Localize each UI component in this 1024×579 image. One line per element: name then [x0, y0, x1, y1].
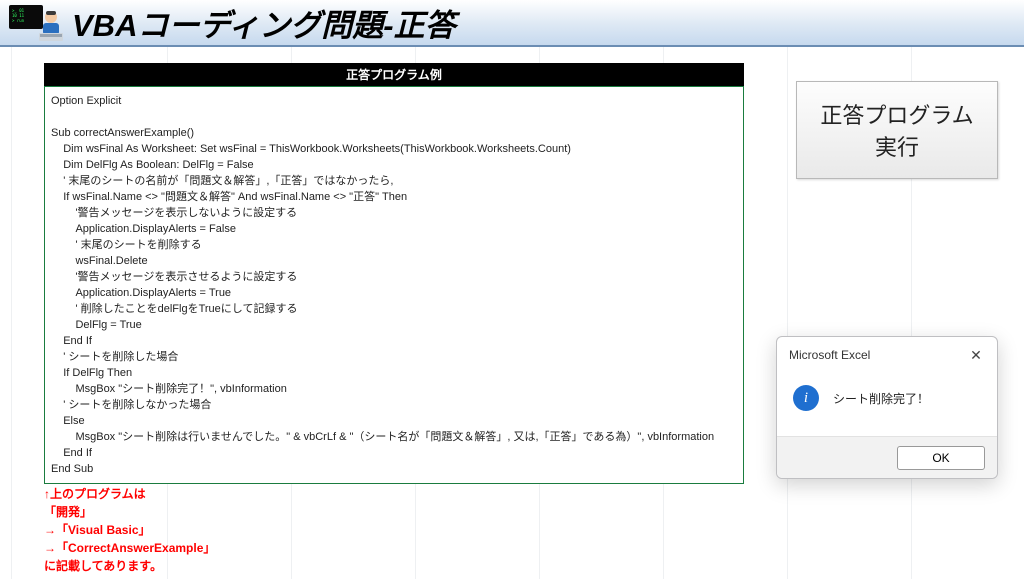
run-correct-program-button[interactable]: 正答プログラム 実行 — [796, 81, 998, 179]
message-box-footer: OK — [777, 436, 997, 478]
ok-button[interactable]: OK — [897, 446, 985, 470]
message-box-body: i シート削除完了！ — [777, 371, 997, 419]
message-box: Microsoft Excel ✕ i シート削除完了！ OK — [776, 336, 998, 479]
page-title: VBAコーディング問題-正答 — [72, 0, 456, 45]
message-box-titlebar: Microsoft Excel ✕ — [777, 337, 997, 371]
instruction-line: →「CorrectAnswerExample」 — [44, 539, 215, 557]
instruction-line: →「Visual Basic」 — [44, 521, 215, 539]
info-icon: i — [793, 385, 819, 411]
instruction-line: ↑上のプログラムは — [44, 485, 215, 503]
code-example-body: Option Explicit Sub correctAnswerExample… — [44, 86, 744, 484]
message-box-text: シート削除完了！ — [833, 390, 929, 407]
instruction-text: ↑上のプログラムは 「開発」 →「Visual Basic」 →「Correct… — [44, 485, 215, 575]
code-example-title: 正答プログラム例 — [44, 63, 744, 86]
programmer-icon: >_ 01 10 11 > run — [0, 1, 72, 45]
code-example-box: 正答プログラム例 Option Explicit Sub correctAnsw… — [44, 63, 744, 484]
svg-text:> run: > run — [12, 18, 25, 23]
instruction-line: に記載してあります。 — [44, 557, 215, 575]
close-icon[interactable]: ✕ — [965, 345, 987, 365]
ok-button-label: OK — [932, 451, 949, 465]
run-button-label: 正答プログラム 実行 — [820, 98, 973, 162]
header-bar: >_ 01 10 11 > run VBAコーディング問題-正答 — [0, 0, 1024, 47]
message-box-title-text: Microsoft Excel — [789, 348, 870, 362]
worksheet-area: 正答プログラム例 Option Explicit Sub correctAnsw… — [0, 47, 1024, 579]
instruction-line: 「開発」 — [44, 503, 215, 521]
